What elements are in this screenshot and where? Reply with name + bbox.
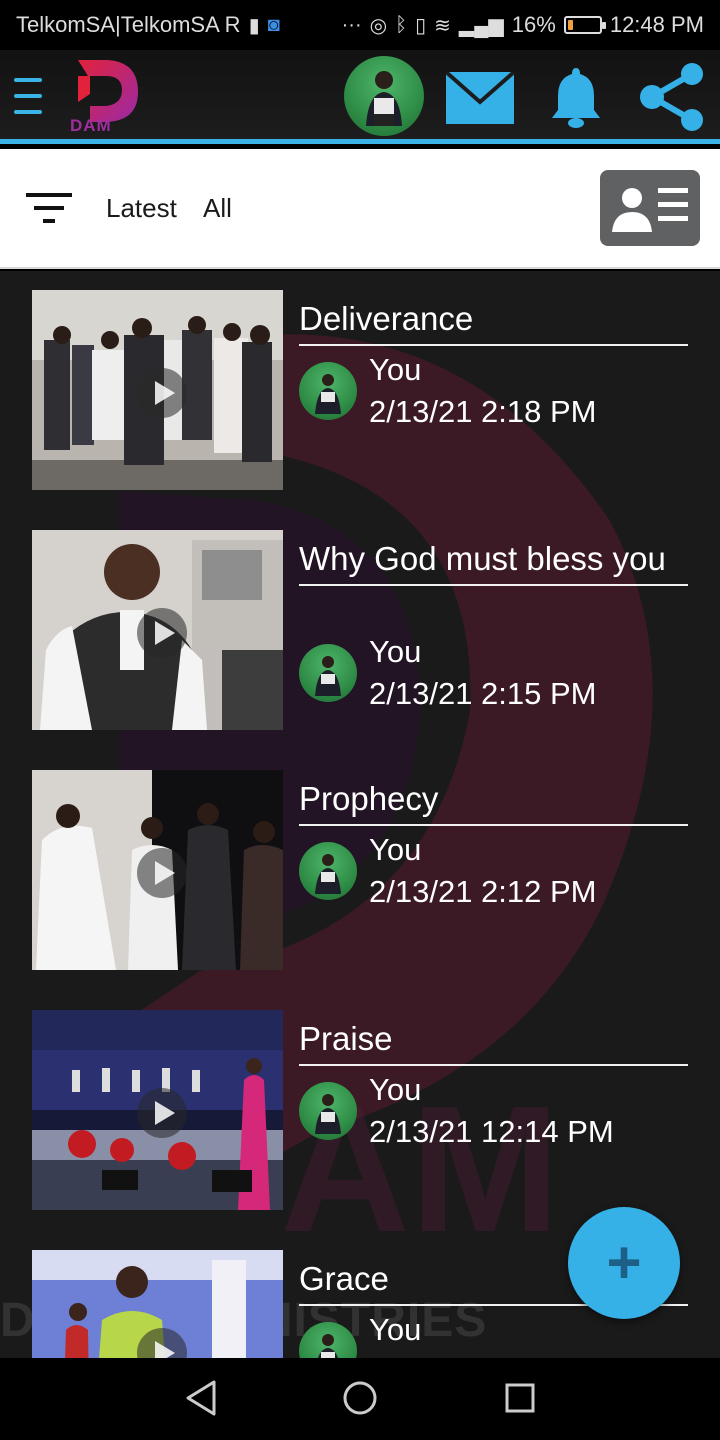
list-item[interactable]: Deliverance You 2/13/21 2:18 PM: [32, 290, 688, 490]
menu-icon[interactable]: [14, 78, 42, 114]
post-author: You: [369, 832, 422, 867]
list-item[interactable]: Why God must bless you You 2/13/21 2:15 …: [32, 530, 688, 730]
system-nav-bar: [0, 1358, 720, 1440]
clock: 12:48 PM: [609, 12, 704, 37]
author-avatar: [299, 362, 357, 420]
bluetooth-icon: ᛒ: [395, 13, 408, 36]
post-title[interactable]: Why God must bless you: [299, 538, 688, 586]
author-avatar: [299, 842, 357, 900]
wifi-icon: ≋: [434, 14, 451, 37]
video-thumbnail[interactable]: [32, 530, 283, 730]
video-thumbnail[interactable]: [32, 1010, 283, 1210]
back-icon[interactable]: [184, 1378, 218, 1418]
play-icon[interactable]: [137, 848, 187, 898]
author-avatar: [299, 644, 357, 702]
plus-icon: +: [606, 1229, 642, 1296]
app-header: DAM: [0, 50, 720, 144]
post-date: 2/13/21 2:18 PM: [369, 394, 597, 429]
sim-icon: ▮: [248, 14, 260, 37]
logo-text: DAM: [70, 116, 112, 135]
post-list[interactable]: AM DA BUE MINISTRIES: [0, 271, 720, 1358]
post-author: You: [369, 1312, 422, 1347]
play-icon[interactable]: [137, 1088, 187, 1138]
app-icon: ◙: [267, 13, 280, 36]
battery-icon: [563, 16, 606, 34]
bell-icon[interactable]: [550, 66, 602, 128]
video-thumbnail[interactable]: [32, 1250, 283, 1358]
carrier-label: TelkomSA|TelkomSA R: [16, 12, 241, 37]
post-date: 2/13/21 12:14 PM: [369, 1114, 614, 1149]
play-icon[interactable]: [137, 608, 187, 658]
contact-card-button[interactable]: [600, 170, 700, 246]
share-icon[interactable]: [638, 62, 708, 132]
post-author: You: [369, 352, 422, 387]
battery-percent: 16%: [511, 12, 556, 37]
more-dots-icon: ···: [341, 13, 362, 36]
video-thumbnail[interactable]: [32, 290, 283, 490]
video-thumbnail[interactable]: [32, 770, 283, 970]
list-item[interactable]: Praise You 2/13/21 12:14 PM: [32, 1010, 688, 1210]
post-title[interactable]: Praise: [299, 1018, 688, 1066]
filter-icon[interactable]: [26, 191, 72, 225]
mail-icon[interactable]: [446, 72, 514, 124]
contact-card-icon: [612, 188, 688, 232]
tab-all[interactable]: All: [203, 193, 232, 224]
home-icon[interactable]: [342, 1378, 378, 1418]
add-post-button[interactable]: +: [568, 1207, 680, 1319]
post-author: You: [369, 634, 422, 669]
author-avatar: [299, 1322, 357, 1358]
post-date: 2/13/21 2:12 PM: [369, 874, 597, 909]
vibrate-icon: ▯: [415, 14, 427, 37]
profile-avatar[interactable]: [344, 56, 424, 136]
author-avatar: [299, 1082, 357, 1140]
status-bar: TelkomSA|TelkomSA R ▮ ◙ ··· ◎ ᛒ ▯ ≋ ▂▄▆ …: [0, 0, 720, 50]
list-item[interactable]: Prophecy You 2/13/21 2:12 PM: [32, 770, 688, 970]
post-date: 2/13/21 2:15 PM: [369, 676, 597, 711]
data-saver-icon: ◎: [369, 14, 388, 37]
play-icon[interactable]: [137, 368, 187, 418]
signal-icon: ▂▄▆: [458, 14, 504, 37]
post-title[interactable]: Deliverance: [299, 298, 688, 346]
tab-latest[interactable]: Latest: [106, 193, 177, 224]
filter-bar: Latest All: [0, 149, 720, 269]
post-author: You: [369, 1072, 422, 1107]
recents-icon[interactable]: [504, 1378, 536, 1418]
post-title[interactable]: Prophecy: [299, 778, 688, 826]
